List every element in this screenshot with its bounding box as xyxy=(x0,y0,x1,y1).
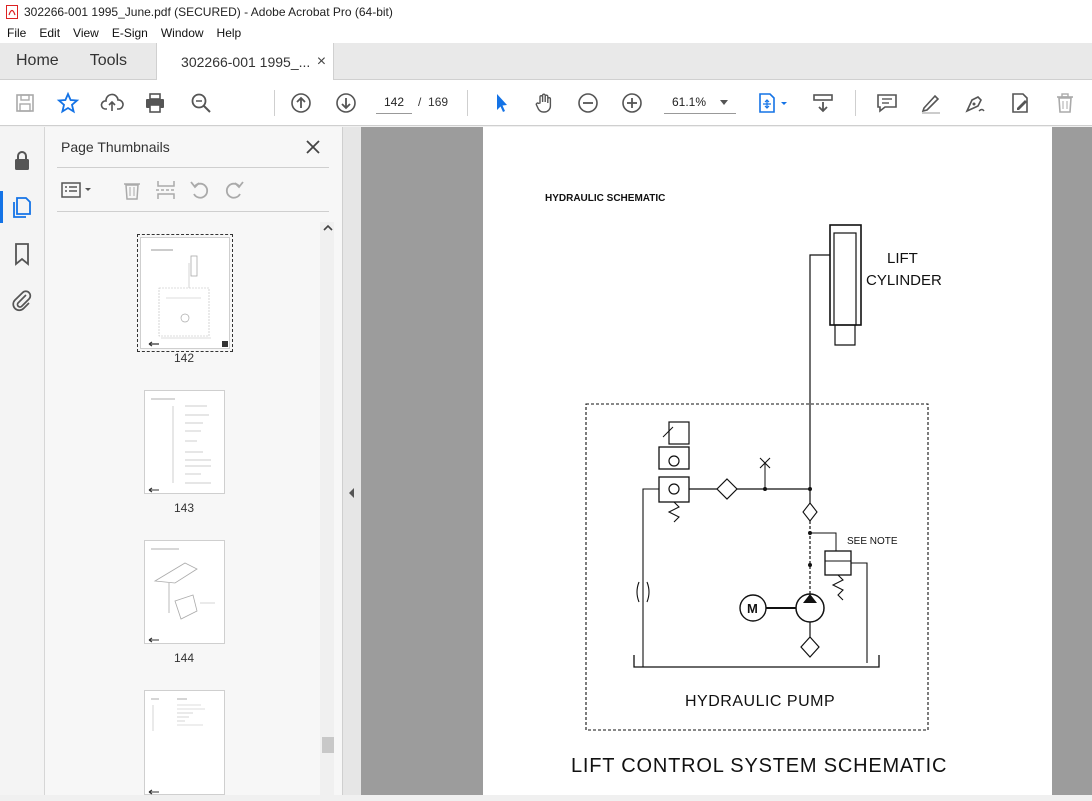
thumbnail-page-144[interactable] xyxy=(144,540,225,644)
document-viewport[interactable]: HYDRAULIC SCHEMATIC LIFT CYLINDER SEE NO… xyxy=(361,127,1092,795)
delete-page-icon[interactable] xyxy=(119,177,145,203)
extract-page-icon[interactable] xyxy=(153,177,179,203)
thumbnail-label-142: 142 xyxy=(173,351,195,365)
pump-assembly-boundary xyxy=(585,403,929,731)
fit-page-icon[interactable] xyxy=(756,90,792,116)
highlight-pen-icon[interactable] xyxy=(918,90,944,116)
solenoid-coil xyxy=(668,421,690,445)
page-number-input[interactable]: 142 xyxy=(376,90,412,114)
schematic-heading: HYDRAULIC SCHEMATIC xyxy=(545,193,665,204)
thumbnail-next-preview xyxy=(148,698,205,795)
see-note-label: SEE NOTE xyxy=(847,536,898,547)
tab-home[interactable]: Home xyxy=(0,43,74,79)
pdf-page: HYDRAULIC SCHEMATIC LIFT CYLINDER SEE NO… xyxy=(483,127,1052,795)
panel-divider xyxy=(57,167,329,168)
motor-label: M xyxy=(747,601,758,616)
total-pages: 169 xyxy=(428,95,449,109)
tab-document[interactable]: 302266-001 1995_... × xyxy=(156,43,335,81)
valve-block-lower xyxy=(658,476,690,503)
panel-title: Page Thumbnails xyxy=(61,139,170,155)
zoom-in-icon[interactable] xyxy=(619,90,645,116)
bookmark-star-icon[interactable] xyxy=(55,90,81,116)
zoom-out-icon[interactable] xyxy=(575,90,601,116)
save-icon[interactable] xyxy=(12,90,38,116)
collapse-panel-arrow-icon[interactable] xyxy=(347,487,357,499)
thumbnail-label-143: 143 xyxy=(173,501,195,515)
upload-cloud-icon[interactable] xyxy=(99,90,125,116)
sign-fountain-pen-icon[interactable] xyxy=(962,90,988,116)
hand-tool-icon[interactable] xyxy=(531,90,557,116)
edit-pdf-icon[interactable] xyxy=(1007,90,1033,116)
delete-trash-icon[interactable] xyxy=(1052,90,1078,116)
menu-edit[interactable]: Edit xyxy=(32,26,66,40)
menu-view[interactable]: View xyxy=(66,26,105,40)
menu-file[interactable]: File xyxy=(0,26,32,40)
attachments-paperclip-icon[interactable] xyxy=(9,287,35,313)
thumbnail-label-144: 144 xyxy=(173,651,195,665)
thumbnail-options-icon[interactable] xyxy=(59,177,97,203)
thumbnail-144-preview xyxy=(148,548,215,643)
next-page-icon[interactable] xyxy=(333,90,359,116)
page-count: / 169 xyxy=(418,95,448,109)
chevron-down-icon xyxy=(720,100,728,105)
page-thumbnails-icon[interactable] xyxy=(9,194,35,220)
acrobat-pdf-icon xyxy=(6,4,18,19)
select-cursor-icon[interactable] xyxy=(488,90,514,116)
page-separator: / xyxy=(418,95,422,109)
lock-icon[interactable] xyxy=(9,148,35,174)
suction-strainer xyxy=(800,636,820,658)
window-title: 302266-001 1995_June.pdf (SECURED) - Ado… xyxy=(24,4,393,19)
zoom-level-select[interactable]: 61.1% xyxy=(664,90,736,114)
hydraulic-schematic-drawing: HYDRAULIC SCHEMATIC LIFT CYLINDER SEE NO… xyxy=(545,193,947,777)
tab-close-button[interactable]: × xyxy=(317,53,326,71)
tab-tools[interactable]: Tools xyxy=(74,43,142,79)
thumbnail-page-142[interactable] xyxy=(137,234,233,352)
thumbnail-143-preview xyxy=(148,398,211,493)
valve-spring xyxy=(667,501,680,523)
thumbnail-142-preview xyxy=(148,249,228,347)
panel-splitter[interactable] xyxy=(343,127,361,795)
lift-cylinder-base xyxy=(834,325,856,346)
lift-cylinder-label-1: LIFT xyxy=(887,250,918,267)
menu-esign[interactable]: E-Sign xyxy=(105,26,154,40)
page-thumbnails-panel: Page Thumbnails 142 143 144 xyxy=(45,127,343,795)
menu-bar: File Edit View E-Sign Window Help xyxy=(0,23,1092,43)
thumbnail-page-next[interactable] xyxy=(144,690,225,795)
lift-cylinder-piston xyxy=(833,232,857,326)
close-icon[interactable] xyxy=(303,137,323,157)
thumbnail-page-143[interactable] xyxy=(144,390,225,494)
relief-valve xyxy=(824,550,852,576)
rotate-counterclockwise-icon[interactable] xyxy=(187,177,213,203)
title-bar: 302266-001 1995_June.pdf (SECURED) - Ado… xyxy=(0,0,1092,23)
scroll-mode-icon[interactable] xyxy=(810,90,836,116)
print-icon[interactable] xyxy=(142,90,168,116)
scrollbar-thumb[interactable] xyxy=(322,737,334,753)
toolbar-separator xyxy=(274,90,275,116)
left-navigation-rail xyxy=(0,127,45,795)
supply-line xyxy=(809,254,830,489)
rotate-clockwise-icon[interactable] xyxy=(221,177,247,203)
tab-document-label: 302266-001 1995_... xyxy=(181,54,311,70)
panel-divider xyxy=(57,211,329,212)
scroll-up-arrow-icon[interactable] xyxy=(322,223,334,233)
zoom-search-icon[interactable] xyxy=(188,90,214,116)
schematic-caption: LIFT CONTROL SYSTEM SCHEMATIC xyxy=(571,755,947,777)
menu-help[interactable]: Help xyxy=(210,26,248,40)
tab-bar: Home Tools 302266-001 1995_... × xyxy=(0,43,1092,81)
inline-filter xyxy=(716,478,738,500)
menu-window[interactable]: Window xyxy=(154,26,210,40)
check-valve xyxy=(802,502,818,522)
thumbnails-scrollbar[interactable] xyxy=(320,222,334,795)
comment-icon[interactable] xyxy=(874,90,900,116)
reservoir-tank xyxy=(633,655,880,668)
zoom-level-value: 61.1% xyxy=(672,95,707,109)
toolbar-separator xyxy=(855,90,856,116)
hydraulic-pump-label: HYDRAULIC PUMP xyxy=(685,693,835,710)
lift-cylinder-label-2: CYLINDER xyxy=(866,272,942,289)
bookmarks-icon[interactable] xyxy=(9,241,35,267)
previous-page-icon[interactable] xyxy=(288,90,314,116)
active-rail-indicator xyxy=(0,191,3,223)
toolbar-separator xyxy=(467,90,468,116)
